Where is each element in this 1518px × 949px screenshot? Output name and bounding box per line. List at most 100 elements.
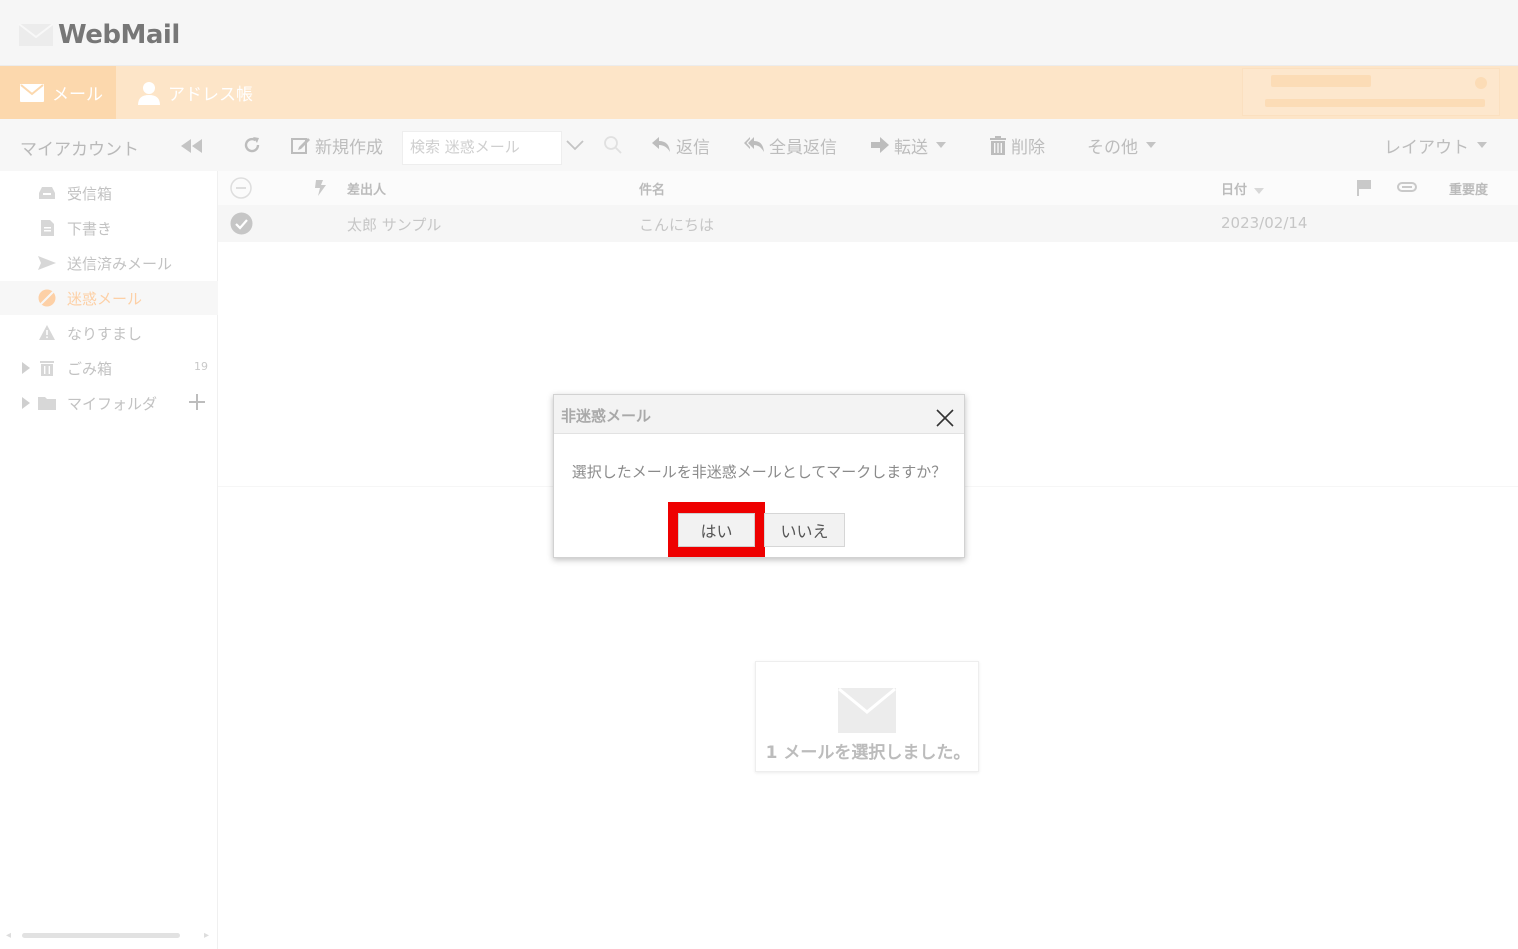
attachment-icon[interactable] [1397, 181, 1417, 193]
row-subject: こんにちは [639, 216, 715, 234]
expand-caret-icon[interactable] [22, 397, 30, 409]
folder-label: マイフォルダ [67, 395, 158, 413]
person-icon [138, 81, 160, 105]
select-all-checkbox[interactable] [230, 177, 252, 199]
sidebar-scrollbar[interactable] [22, 933, 180, 938]
envelope-icon [838, 688, 896, 733]
mail-icon [20, 83, 44, 102]
search-button[interactable] [603, 133, 628, 157]
forward-label: 転送 [894, 137, 928, 158]
row-date: 2023/02/14 [1221, 214, 1308, 232]
preview-placeholder: 1 メールを選択しました。 [755, 661, 979, 772]
chevron-down-icon [566, 140, 584, 151]
sort-caret-icon [1254, 187, 1265, 194]
folder-spam[interactable]: 迷惑メール [0, 281, 218, 315]
search-icon [604, 136, 622, 154]
user-menu-icon [1475, 77, 1487, 89]
folder-icon [38, 397, 56, 410]
trash-icon [990, 135, 1006, 155]
user-name [1271, 75, 1371, 87]
preview-selection-text: 1 メールを選択しました。 [765, 743, 971, 763]
folder-drafts[interactable]: 下書き [0, 211, 218, 245]
dialog-message: 選択したメールを非迷惑メールとしてマークしますか？ [571, 463, 947, 481]
forward-button[interactable]: 転送 [871, 133, 946, 158]
sidebar: マイアカウント 受信箱 下書き 送信済みメール 迷惑メール なりすまし ごみ箱 … [0, 119, 218, 949]
nav-mail-tab[interactable]: メール [0, 66, 116, 119]
add-folder-icon[interactable] [187, 392, 207, 412]
spam-icon [38, 289, 56, 307]
folder-inbox[interactable]: 受信箱 [0, 176, 218, 210]
new-mail-button[interactable]: 新規作成 [291, 133, 383, 158]
search-options-dropdown[interactable] [566, 133, 589, 157]
refresh-icon [244, 137, 260, 153]
warning-icon [39, 325, 55, 340]
thread-icon[interactable] [314, 180, 328, 196]
app-title: WebMail [58, 20, 180, 50]
forward-icon [871, 137, 889, 153]
reply-all-label: 全員返信 [769, 137, 837, 158]
column-importance[interactable]: 重要度 [1449, 179, 1488, 198]
main-nav: メール アドレス帳 [0, 66, 1518, 119]
flag-icon[interactable] [1357, 180, 1371, 196]
collapse-sidebar-icon[interactable] [181, 139, 203, 153]
column-date[interactable]: 日付 [1221, 179, 1265, 198]
delete-button[interactable]: 削除 [990, 133, 1045, 158]
expand-caret-icon[interactable] [22, 362, 30, 374]
column-subject[interactable]: 件名 [639, 179, 665, 198]
refresh-button[interactable] [242, 133, 267, 157]
sidebar-header: マイアカウント [0, 119, 218, 171]
top-header: WebMail [0, 0, 1518, 66]
folder-sent[interactable]: 送信済みメール [0, 246, 218, 280]
caret-down-icon [1146, 142, 1156, 148]
caret-down-icon [936, 142, 946, 148]
trash-icon [40, 361, 54, 376]
search-input[interactable] [403, 132, 553, 162]
delete-label: 削除 [1011, 137, 1045, 158]
column-date-label: 日付 [1221, 183, 1248, 198]
app-logo[interactable]: WebMail [18, 18, 180, 52]
folder-label: 受信箱 [67, 185, 113, 203]
reply-button[interactable]: 返信 [652, 133, 710, 158]
nav-address-book-tab[interactable]: アドレス帳 [134, 66, 253, 119]
reply-all-icon [744, 137, 764, 152]
row-from: 太郎 サンプル [347, 216, 442, 234]
sidebar-title: マイアカウント [20, 140, 139, 160]
dialog-title: 非迷惑メール [561, 407, 652, 425]
folder-label: 迷惑メール [67, 290, 143, 308]
column-from[interactable]: 差出人 [347, 179, 386, 198]
more-label: その他 [1087, 137, 1138, 158]
unread-count: 19 [194, 360, 208, 373]
yes-button[interactable]: はい [678, 513, 755, 547]
scroll-right-icon[interactable]: ▸ [204, 930, 209, 941]
inbox-icon [39, 187, 55, 199]
no-button[interactable]: いいえ [764, 513, 845, 547]
compose-icon [291, 137, 310, 154]
nav-mail-label: メール [52, 85, 103, 105]
folder-label: 送信済みメール [67, 255, 173, 273]
new-mail-label: 新規作成 [315, 137, 383, 158]
folder-spoofing[interactable]: なりすまし [0, 316, 218, 350]
dialog-header: 非迷惑メール [554, 395, 964, 434]
reply-label: 返信 [676, 137, 710, 158]
user-email [1265, 99, 1485, 107]
row-selected-check-icon[interactable] [230, 212, 253, 235]
mail-list-header: 差出人 件名 日付 重要度 [218, 171, 1518, 205]
send-icon [38, 256, 56, 270]
folder-my-folders[interactable]: マイフォルダ [0, 386, 218, 420]
more-menu-button[interactable]: その他 [1087, 133, 1156, 158]
folder-label: 下書き [67, 220, 113, 238]
close-icon[interactable] [935, 408, 955, 428]
mail-toolbar: 新規作成 返信 全員返信 転送 削除 その他 レイアウト [218, 119, 1518, 171]
folder-label: ごみ箱 [67, 360, 113, 378]
scroll-left-icon[interactable]: ◂ [6, 930, 11, 941]
table-row[interactable]: 太郎 サンプル こんにちは 2023/02/14 [218, 205, 1518, 242]
layout-menu-button[interactable]: レイアウト [1384, 133, 1487, 158]
folder-label: なりすまし [67, 325, 143, 343]
search-box[interactable] [402, 131, 562, 165]
user-account-box[interactable] [1242, 68, 1500, 116]
layout-label: レイアウト [1384, 137, 1469, 158]
reply-all-button[interactable]: 全員返信 [744, 133, 837, 158]
reply-icon [652, 137, 670, 152]
caret-down-icon [1477, 142, 1487, 148]
folder-trash[interactable]: ごみ箱 19 [0, 351, 218, 385]
